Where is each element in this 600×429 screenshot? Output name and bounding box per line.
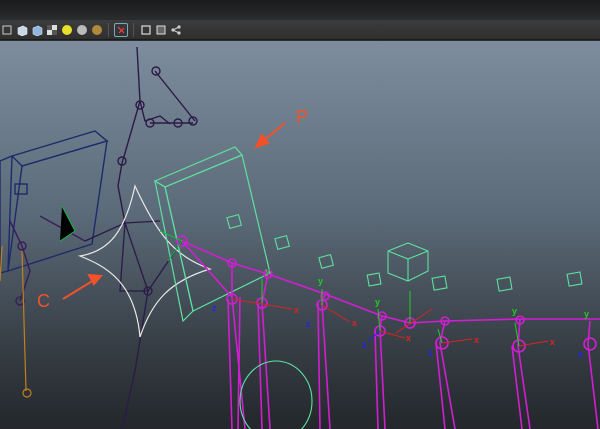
lit-sphere-icon[interactable]: [45, 23, 58, 36]
svg-text:y: y: [318, 276, 323, 286]
svg-text:x: x: [474, 335, 479, 345]
toolbar-divider: [133, 22, 134, 37]
xray-joints-icon[interactable]: [154, 23, 167, 36]
p-control-box[interactable]: [153, 146, 271, 323]
scene-graphics: x x x x x y y y y y z z z z z: [0, 46, 600, 429]
svg-text:y: y: [375, 297, 380, 307]
axis-gizmos: [59, 205, 549, 347]
ambient-sphere-icon[interactable]: [90, 23, 103, 36]
arm-skeleton: [117, 46, 198, 224]
xray-cube-icon[interactable]: [139, 23, 152, 36]
svg-text:z: z: [212, 303, 217, 313]
svg-text:z: z: [428, 348, 433, 358]
svg-text:z: z: [578, 349, 583, 359]
isolate-select-icon[interactable]: [114, 22, 128, 37]
hip-skeleton: [84, 220, 183, 429]
svg-text:x: x: [294, 305, 299, 315]
shaded-cube-icon[interactable]: [15, 23, 28, 36]
svg-text:x: x: [550, 337, 555, 347]
svg-text:x: x: [406, 333, 411, 343]
share-icon[interactable]: [169, 23, 182, 36]
axis-letters: x x x x x y y y y y z z z z z: [212, 266, 589, 359]
viewport-toolbar: [0, 20, 600, 40]
svg-text:x: x: [352, 318, 357, 328]
c-annotation-label: C: [37, 291, 50, 311]
svg-text:z: z: [362, 340, 367, 350]
textured-cube-icon[interactable]: [30, 23, 43, 36]
p-annotation-label: P: [296, 107, 309, 127]
title-strip: [0, 0, 600, 21]
svg-text:y: y: [512, 306, 517, 316]
light-sphere-icon[interactable]: [60, 23, 73, 36]
svg-text:y: y: [265, 266, 270, 276]
c-control-curve[interactable]: [77, 184, 212, 338]
3d-viewport[interactable]: x x x x x y y y y y z z z z z P C: [0, 41, 600, 429]
shadow-sphere-icon[interactable]: [75, 23, 88, 36]
root-control-circle[interactable]: [239, 360, 313, 429]
svg-text:y: y: [584, 309, 589, 319]
left-control-box[interactable]: [0, 130, 109, 274]
svg-text:z: z: [306, 319, 311, 329]
wireframe-cube-icon[interactable]: [0, 23, 13, 36]
locator-cubes[interactable]: [226, 213, 583, 292]
toolbar-divider: [108, 22, 109, 37]
